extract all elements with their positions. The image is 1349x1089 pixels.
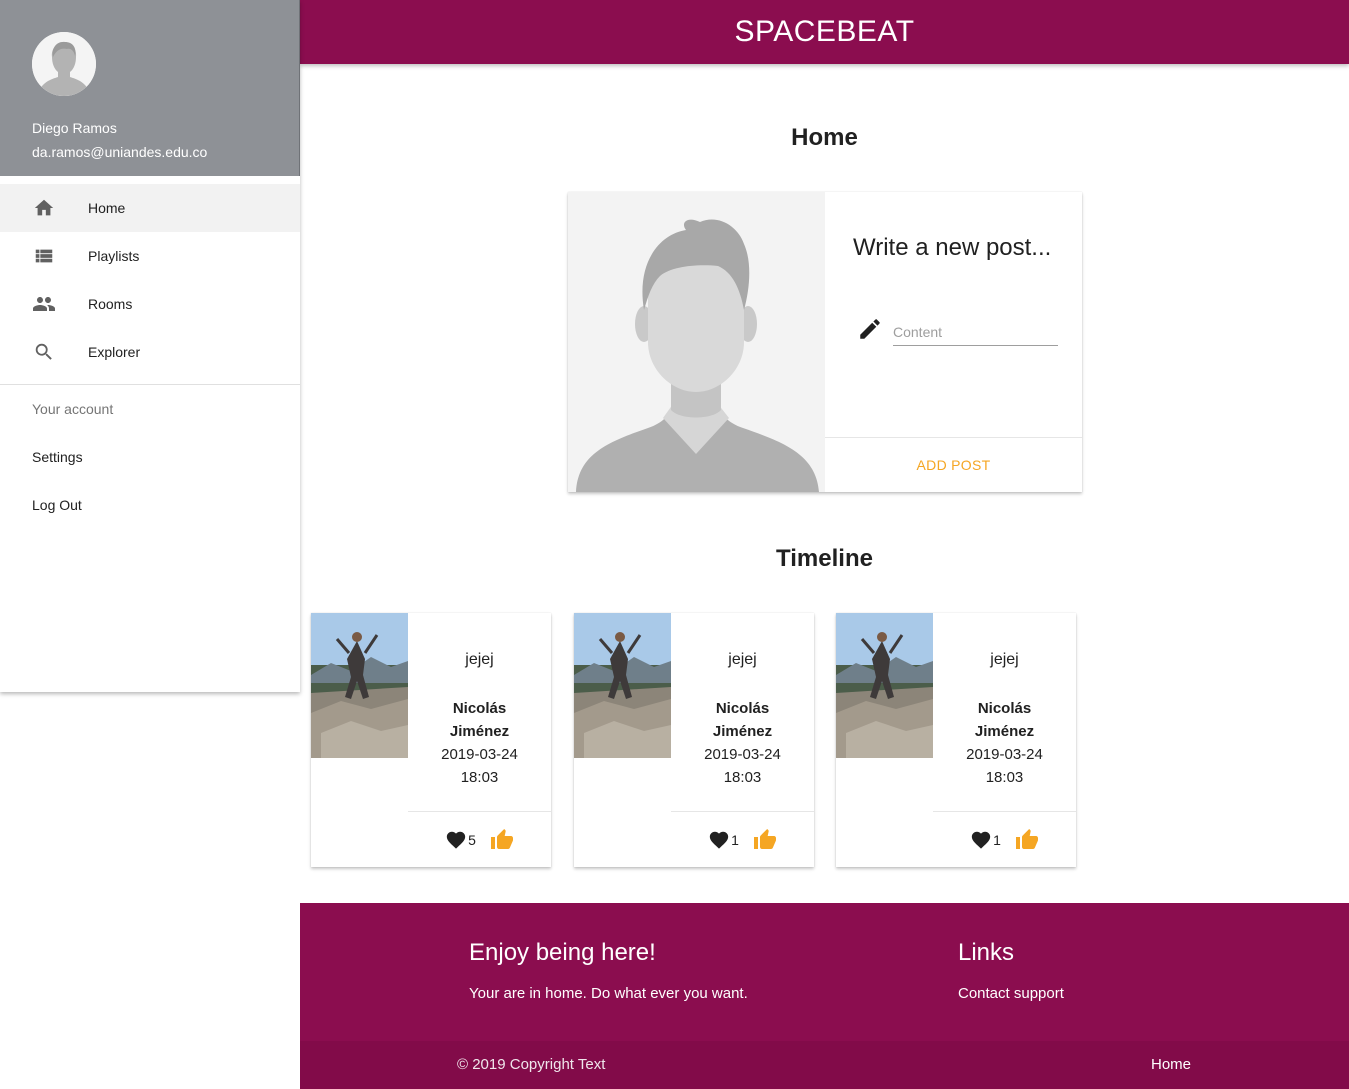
sidebar-item-label: Home [88,200,126,216]
sidebar-item-home[interactable]: Home [0,184,300,232]
avatar[interactable] [32,32,96,96]
post-photo[interactable] [836,613,933,758]
post-body: jejej Nicolás Jiménez 2019-03-24 18:03 [408,613,551,811]
user-email: da.ramos@uniandes.edu.co [32,144,208,160]
sidebar-item-playlists[interactable]: Playlists [0,232,300,280]
post-author: Nicolás Jiménez [712,700,773,740]
post-actions: 1 [933,811,1076,867]
thumb-up-icon[interactable] [490,828,514,852]
settings-link[interactable]: Settings [0,433,300,481]
footer-links-title: Links [958,939,1015,966]
post-text: jejej [990,651,1019,668]
top-app-bar: SPACEBEAT [300,0,1349,64]
account-subheader: Your account [32,401,114,417]
person-silhouette-icon [568,192,825,492]
post-actions: 1 [671,811,814,867]
sidebar-item-label: Rooms [88,296,133,312]
add-post-button[interactable]: ADD POST [917,457,991,473]
post-text: jejej [728,651,757,668]
new-post-title: Write a new post... [853,234,1052,261]
thumb-up-icon[interactable] [1015,828,1039,852]
heart-icon [971,831,991,849]
footer-copyright-bar: © 2019 Copyright Text Home [300,1041,1349,1089]
like-button[interactable]: 5 [445,829,476,851]
timeline-card: jejej Nicolás Jiménez 2019-03-24 18:03 1 [574,613,814,867]
timeline-card: jejej Nicolás Jiménez 2019-03-24 18:03 1 [836,613,1076,867]
heart-icon [709,831,729,849]
footer-title: Enjoy being here! [469,939,656,966]
timeline-card: jejej Nicolás Jiménez 2019-03-24 18:03 5 [311,613,551,867]
new-post-card: Write a new post... ADD POST [568,192,1082,492]
user-name: Diego Ramos [32,120,117,136]
new-post-form: Write a new post... ADD POST [825,192,1082,492]
timeline-title: Timeline [776,545,873,572]
post-actions: 5 [408,811,551,867]
sidebar-item-rooms[interactable]: Rooms [0,280,300,328]
profile-placeholder-image [568,192,825,492]
post-date: 2019-03-24 18:03 [704,746,781,786]
footer-home-link[interactable]: Home [1151,1056,1191,1073]
page-footer: Enjoy being here! Your are in home. Do w… [300,903,1349,1089]
sidebar-item-label: Explorer [88,344,141,360]
post-text: jejej [465,651,494,668]
pencil-icon [857,316,883,342]
sidebar-item-label: Playlists [88,248,140,264]
person-placeholder-icon [32,32,96,96]
thumb-up-icon[interactable] [753,828,777,852]
app-brand[interactable]: SPACEBEAT [734,15,914,49]
sidebar-nav: Home Playlists Rooms Explorer [0,176,300,376]
post-date: 2019-03-24 18:03 [441,746,518,786]
like-count: 1 [993,831,1001,848]
post-date: 2019-03-24 18:03 [966,746,1043,786]
post-author: Nicolás Jiménez [974,700,1035,740]
search-icon [32,340,56,364]
post-photo[interactable] [574,613,671,758]
people-icon [32,292,56,316]
copyright-text: © 2019 Copyright Text [457,1056,606,1073]
post-author: Nicolás Jiménez [449,700,510,740]
sidebar: Diego Ramos da.ramos@uniandes.edu.co Hom… [0,0,300,692]
post-body: jejej Nicolás Jiménez 2019-03-24 18:03 [933,613,1076,811]
page-title: Home [791,124,858,151]
home-icon [32,196,56,220]
post-photo[interactable] [311,613,408,758]
like-count: 1 [731,831,739,848]
list-icon [32,244,56,268]
contact-support-link[interactable]: Contact support [958,985,1064,1002]
heart-icon [446,831,466,849]
logout-link[interactable]: Log Out [0,481,300,529]
like-count: 5 [468,831,476,848]
sidebar-item-explorer[interactable]: Explorer [0,328,300,376]
like-button[interactable]: 1 [970,829,1001,851]
like-button[interactable]: 1 [708,829,739,851]
new-post-actions: ADD POST [825,437,1082,492]
sidebar-user-header: Diego Ramos da.ramos@uniandes.edu.co [0,0,300,176]
content-input[interactable] [893,318,1058,346]
post-body: jejej Nicolás Jiménez 2019-03-24 18:03 [671,613,814,811]
footer-text: Your are in home. Do what ever you want. [469,985,748,1002]
